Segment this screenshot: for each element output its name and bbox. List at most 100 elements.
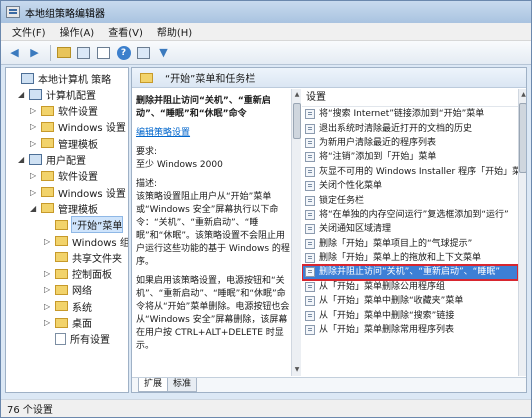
description: 描述: 该策略设置阻止用户从“开始”菜单或“Windows 安全”屏幕执行以下命令…: [136, 178, 290, 269]
folder-icon: [41, 121, 54, 132]
detail-header: “开始”菜单和任务栏: [132, 68, 526, 88]
tree-item[interactable]: ▷ 软件设置: [30, 103, 98, 119]
menu-view[interactable]: 查看(V): [101, 24, 150, 39]
filter-icon[interactable]: ▼: [155, 44, 172, 61]
computer-icon: [21, 72, 34, 84]
view-tabs: 扩展 标准: [132, 377, 526, 392]
expand-toggle-icon[interactable]: ▷: [30, 188, 39, 197]
list-scroll-up-arrow-icon[interactable]: ▲: [519, 89, 526, 101]
tree-item-label: 共享文件夹: [72, 253, 122, 265]
expand-toggle-icon[interactable]: ▷: [30, 106, 39, 115]
setting-row[interactable]: 从「开始」菜单删除公用程序组: [302, 280, 518, 294]
expand-toggle-icon[interactable]: ▷: [30, 139, 39, 148]
tree-item[interactable]: 所有设置: [44, 331, 110, 347]
export-icon[interactable]: [95, 44, 112, 61]
policy-setting-icon: [305, 166, 315, 177]
tree-item[interactable]: ▷ Windows 组件: [44, 233, 128, 249]
tree-item[interactable]: ◢ 计算机配置: [18, 86, 96, 102]
tree-item[interactable]: ▷ Windows 设置: [30, 119, 126, 135]
folder-icon: [41, 170, 54, 181]
settings-scrollbar[interactable]: ▲: [518, 89, 526, 376]
setting-label: 删除并阻止访问“关机”、“重新启动”、“睡眠”: [319, 267, 500, 278]
setting-row[interactable]: 关闭通知区域清理: [302, 222, 518, 236]
expand-toggle-icon[interactable]: ▷: [44, 302, 53, 311]
setting-label: 从「开始」菜单删除常用程序列表: [319, 325, 455, 336]
tree-item[interactable]: ▷ 管理模板: [30, 135, 98, 151]
requirements: 要求: 至少 Windows 2000: [136, 146, 290, 172]
policy-setting-icon: [305, 224, 315, 235]
forward-icon[interactable]: ▶: [26, 44, 43, 61]
setting-row[interactable]: 锁定任务栏: [302, 193, 518, 207]
settings-column-header[interactable]: 设置: [302, 89, 518, 107]
tree-item[interactable]: ▷ 桌面: [44, 315, 92, 331]
tree-item-label: 用户配置: [46, 156, 86, 167]
tree-item-label: 桌面: [72, 319, 92, 330]
scroll-thumb[interactable]: [293, 103, 301, 139]
setting-row[interactable]: 关闭个性化菜单: [302, 179, 518, 193]
menu-action[interactable]: 操作(A): [53, 24, 102, 39]
expand-toggle-icon[interactable]: ◢: [18, 90, 27, 99]
back-icon[interactable]: ◀: [6, 44, 23, 61]
title-bar: 本地组策略编辑器: [1, 1, 531, 23]
folder-up-icon[interactable]: [55, 44, 72, 61]
setting-row[interactable]: 删除并阻止访问“关机”、“重新启动”、“睡眠”: [302, 264, 518, 281]
setting-row[interactable]: 将“在单独的内存空间运行”复选框添加到“运行”: [302, 208, 518, 222]
list-scroll-thumb[interactable]: [519, 103, 526, 173]
tree-item[interactable]: ▷ 系统: [44, 298, 92, 314]
setting-row[interactable]: 灰显不可用的 Windows Installer 程序「开始」菜单: [302, 165, 518, 179]
policy-setting-icon: [305, 238, 315, 249]
setting-label: 从「开始」菜单中删除“搜索”链接: [319, 310, 455, 321]
tab-standard[interactable]: 标准: [167, 378, 198, 392]
description-scrollbar[interactable]: ▲ ▼: [291, 89, 301, 376]
setting-row[interactable]: 删除「开始」菜单上的拖放和上下文菜单: [302, 251, 518, 265]
setting-row[interactable]: 退出系统时清除最近打开的文档的历史: [302, 121, 518, 135]
setting-row[interactable]: 从「开始」菜单中删除“收藏夹”菜单: [302, 294, 518, 308]
expand-toggle-icon[interactable]: ◢: [30, 204, 39, 213]
app-window: 本地组策略编辑器 文件(F) 操作(A) 查看(V) 帮助(H) ◀ ▶ ? ▼…: [0, 0, 532, 418]
tree-item[interactable]: ◢ 管理模板: [30, 200, 98, 216]
setting-row[interactable]: 从「开始」菜单删除常用程序列表: [302, 323, 518, 337]
setting-row[interactable]: 为新用户清除最近的程序列表: [302, 136, 518, 150]
scroll-up-arrow-icon[interactable]: ▲: [292, 89, 302, 101]
setting-row[interactable]: 删除「开始」菜单项目上的“气球提示”: [302, 237, 518, 251]
tree-item-label: 控制面板: [72, 270, 112, 282]
menu-help[interactable]: 帮助(H): [150, 24, 199, 39]
expand-toggle-icon[interactable]: ▷: [30, 171, 39, 180]
expand-toggle-icon[interactable]: ▷: [30, 122, 39, 131]
tree-item[interactable]: ◢ 用户配置: [18, 152, 86, 168]
show-hide-tree-icon[interactable]: [75, 44, 92, 61]
setting-row[interactable]: 将“搜索 Internet”链接添加到“开始”菜单: [302, 107, 518, 121]
expand-toggle-icon[interactable]: ◢: [18, 155, 27, 164]
expand-toggle-icon[interactable]: ▷: [44, 318, 53, 327]
scroll-down-arrow-icon[interactable]: ▼: [292, 364, 302, 376]
properties-icon[interactable]: [135, 44, 152, 61]
expand-toggle-icon[interactable]: ▷: [44, 237, 53, 246]
tree-item[interactable]: 本地计算机 策略: [10, 70, 111, 86]
policy-setting-icon: [305, 281, 315, 292]
tree-item[interactable]: ▷ 网络: [44, 282, 92, 298]
detail-pane: “开始”菜单和任务栏 删除并阻止访问“关机”、“重新启动”、“睡眠”和“休眠”命…: [131, 67, 527, 393]
setting-label: 关闭通知区域清理: [319, 224, 392, 235]
tree-item[interactable]: ▷ 软件设置: [30, 168, 98, 184]
tree-item-label: 本地计算机 策略: [38, 74, 112, 86]
folder-icon: [55, 317, 68, 328]
tree-item[interactable]: ▷ 控制面板: [44, 266, 112, 282]
edit-policy-line: 编辑策略设置: [136, 127, 290, 140]
expand-toggle-icon[interactable]: ▷: [44, 269, 53, 278]
tab-extended[interactable]: 扩展: [138, 378, 169, 392]
folder-icon: [55, 284, 68, 295]
edit-policy-link[interactable]: 编辑策略设置: [136, 128, 190, 138]
menu-file[interactable]: 文件(F): [5, 24, 53, 39]
setting-label: 删除「开始」菜单项目上的“气球提示”: [319, 238, 473, 249]
setting-row[interactable]: 将“注销”添加到「开始」菜单: [302, 150, 518, 164]
expand-toggle-icon[interactable]: ▷: [44, 285, 53, 294]
help-icon[interactable]: ?: [115, 44, 132, 61]
tree-item-label: “开始”菜单: [70, 216, 124, 234]
tree-item[interactable]: 共享文件夹: [44, 249, 122, 265]
settings-list: 设置 将“搜索 Internet”链接添加到“开始”菜单 退出系统时清除最近打开的…: [302, 89, 518, 376]
tree-item[interactable]: ▷ Windows 设置: [30, 184, 126, 200]
setting-row[interactable]: 从「开始」菜单中删除“搜索”链接: [302, 308, 518, 322]
tree-item[interactable]: “开始”菜单: [44, 216, 124, 234]
policy-editor-icon: [6, 6, 20, 18]
requirements-label: 要求:: [136, 147, 158, 157]
